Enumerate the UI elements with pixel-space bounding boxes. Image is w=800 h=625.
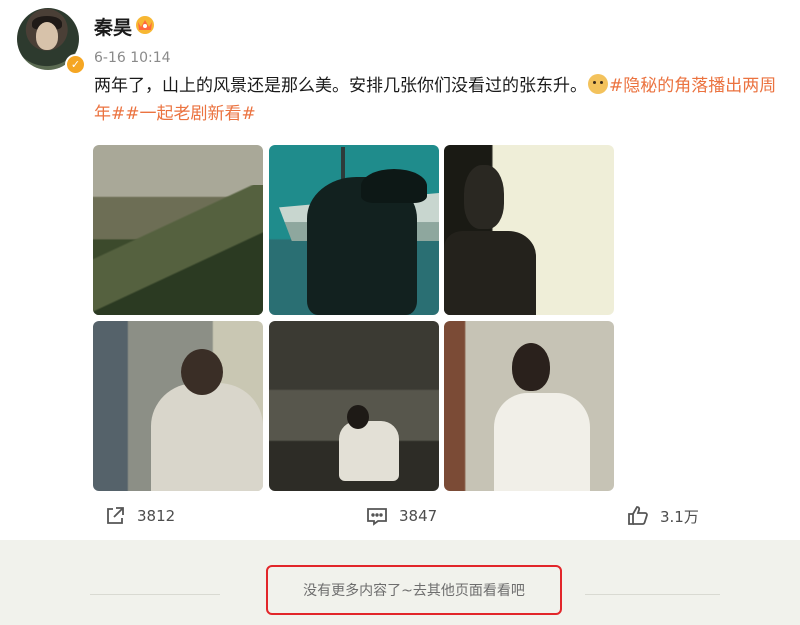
comment-icon — [367, 508, 387, 526]
avatar-face — [36, 22, 58, 50]
crown-vip-icon — [136, 16, 154, 34]
person-head — [464, 165, 504, 229]
photo-man-white-shirt-classroom[interactable] — [444, 321, 614, 491]
cap — [361, 169, 427, 203]
post-time[interactable]: 6-16 10:14 — [94, 50, 171, 66]
person-body — [339, 421, 399, 481]
no-more-content-text: 没有更多内容了~去其他页面看看吧 — [303, 583, 525, 599]
photo-man-silhouette-window[interactable] — [444, 145, 614, 315]
thumbs-up-icon — [628, 506, 648, 525]
comment-count: 3847 — [399, 507, 438, 525]
comment-button[interactable]: 3847 — [365, 504, 437, 528]
no-more-content-highlight: 没有更多内容了~去其他页面看看吧 — [266, 565, 562, 615]
share-button[interactable]: 3812 — [103, 504, 175, 528]
mountain-ridge — [93, 185, 263, 315]
person-head — [181, 349, 223, 395]
feed-end-footer: 没有更多内容了~去其他页面看看吧 — [0, 540, 800, 625]
person-head — [512, 343, 550, 391]
verified-badge-icon: ✓ — [65, 54, 86, 75]
person-body — [494, 393, 590, 491]
share-count: 3812 — [137, 507, 176, 525]
divider-right — [585, 594, 720, 595]
photo-man-writing-on-wall[interactable] — [93, 321, 263, 491]
person-body — [444, 231, 536, 315]
post-body-text: 两年了，山上的风景还是那么美。安排几张你们没看过的张东升。 — [94, 76, 587, 96]
post-actions-bar: 3812 3847 3.1万 — [0, 500, 800, 534]
divider-left — [90, 594, 220, 595]
post-text: 两年了，山上的风景还是那么美。安排几张你们没看过的张东升。 #隐秘的角落播出两周年… — [94, 72, 784, 128]
person-body — [151, 383, 263, 491]
username[interactable]: 秦昊 — [94, 13, 132, 40]
photo-mountain-landscape[interactable] — [93, 145, 263, 315]
user-avatar[interactable]: ✓ — [17, 8, 86, 75]
person-head — [347, 405, 369, 429]
like-count: 3.1万 — [660, 507, 699, 526]
photo-man-with-cap-by-ship[interactable] — [269, 145, 439, 315]
like-button[interactable]: 3.1万 — [626, 504, 699, 528]
photo-man-sitting-dark-room[interactable] — [269, 321, 439, 491]
share-icon — [107, 507, 124, 524]
weibo-post: ✓ 秦昊 6-16 10:14 两年了，山上的风景还是那么美。安排几张你们没看过… — [0, 0, 800, 540]
doge-emoji-icon — [588, 74, 608, 94]
